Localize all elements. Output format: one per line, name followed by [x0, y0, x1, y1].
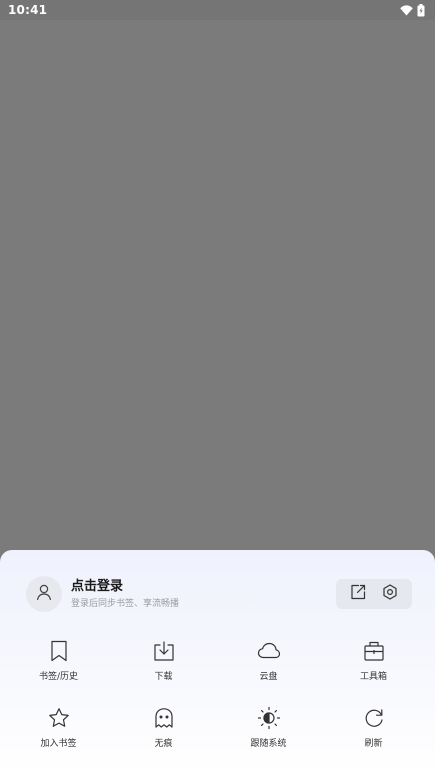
menu-row-2: 加入书签 无痕 跟随系统 刷新: [0, 705, 435, 751]
status-time: 10:41: [8, 3, 48, 17]
menu-item-label: 跟随系统: [250, 739, 287, 749]
theme-icon: [256, 705, 282, 731]
action-pill: [336, 579, 412, 609]
toolbox-icon: [361, 638, 387, 664]
menu-item-label: 无痕: [154, 739, 173, 749]
star-icon: [46, 705, 72, 731]
menu-item-label: 下载: [154, 672, 173, 682]
menu-item-download[interactable]: 下载: [111, 638, 216, 684]
bookmark-icon: [46, 638, 72, 664]
user-login-row[interactable]: 点击登录 登录后同步书签、享流畅播: [26, 576, 412, 612]
login-subtitle: 登录后同步书签、享流畅播: [71, 598, 180, 609]
menu-item-incognito[interactable]: 无痕: [111, 705, 216, 751]
menu-row-1: 书签/历史 下载 云盘 工具箱: [0, 638, 435, 684]
menu-item-label: 加入书签: [40, 739, 77, 749]
refresh-icon: [361, 705, 387, 731]
download-icon: [151, 638, 177, 664]
settings-icon: [382, 584, 398, 604]
menu-item-follow-system[interactable]: 跟随系统: [216, 705, 321, 751]
menu-item-label: 刷新: [364, 739, 383, 749]
avatar[interactable]: [26, 576, 62, 612]
dimmed-overlay[interactable]: [0, 20, 435, 550]
edit-button[interactable]: [346, 582, 370, 606]
settings-button[interactable]: [378, 582, 402, 606]
user-icon: [35, 583, 53, 605]
edit-icon: [350, 584, 366, 604]
menu-item-label: 云盘: [259, 672, 278, 682]
ghost-icon: [151, 705, 177, 731]
menu-item-add-bookmark[interactable]: 加入书签: [6, 705, 111, 751]
wifi-icon: [400, 4, 413, 16]
menu-item-cloud-drive[interactable]: 云盘: [216, 638, 321, 684]
login-title[interactable]: 点击登录: [71, 578, 179, 595]
user-text: 点击登录 登录后同步书签、享流畅播: [71, 578, 179, 611]
status-bar: 10:41: [0, 0, 435, 20]
menu-item-label: 书签/历史: [38, 672, 79, 682]
menu-item-label: 工具箱: [359, 672, 387, 682]
cloud-icon: [256, 638, 282, 664]
battery-icon: [417, 3, 425, 17]
menu-sheet: 点击登录 登录后同步书签、享流畅播 书签/历史 下载 云盘 工具箱 加入书签 无…: [0, 550, 435, 775]
menu-item-bookmarks-history[interactable]: 书签/历史: [6, 638, 111, 684]
menu-item-refresh[interactable]: 刷新: [321, 705, 426, 751]
status-icons: [400, 3, 425, 17]
menu-item-toolbox[interactable]: 工具箱: [321, 638, 426, 684]
